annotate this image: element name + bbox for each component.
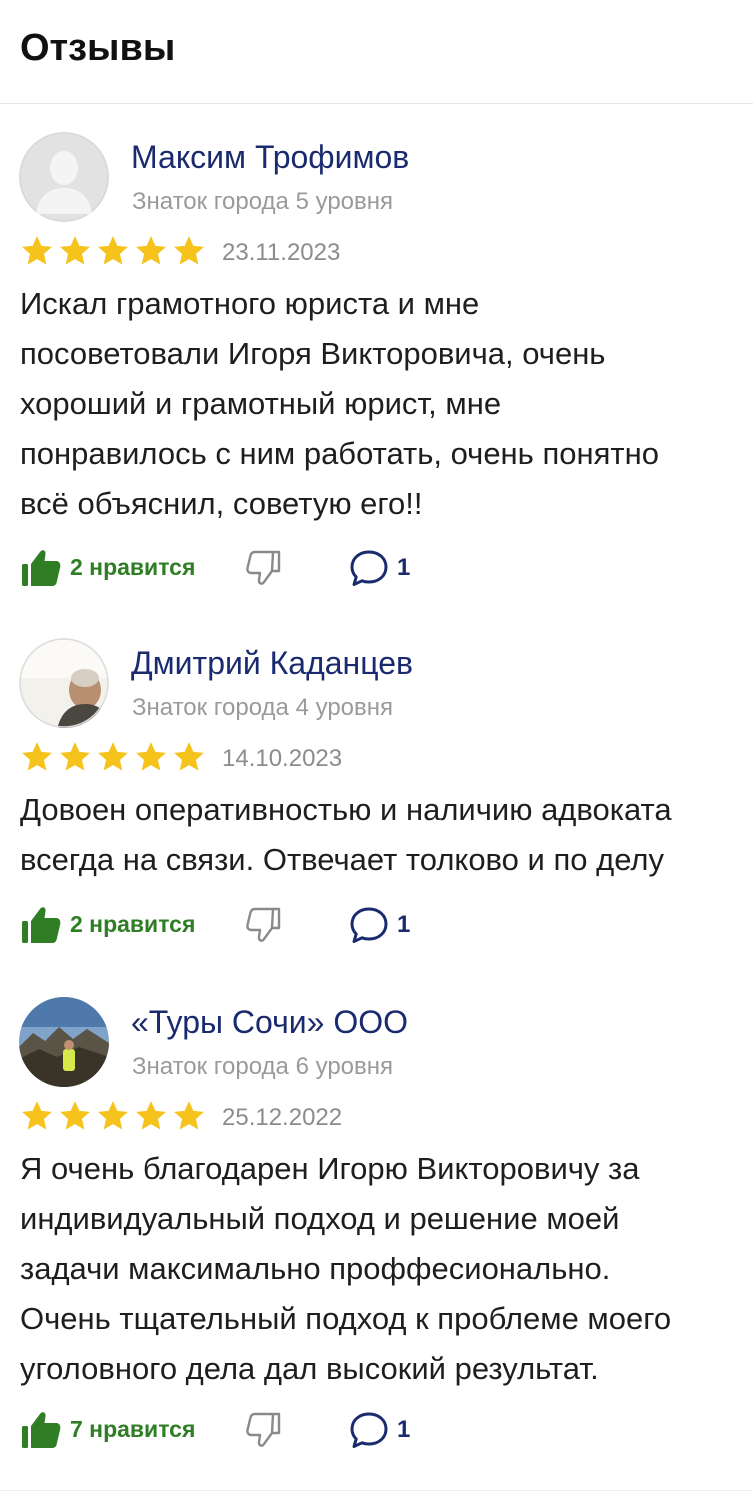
- thumbs-up-icon: [22, 907, 61, 943]
- thumbs-up-icon: [22, 550, 61, 586]
- rating-stars: [20, 740, 206, 774]
- author-name[interactable]: Дмитрий Каданцев: [131, 645, 413, 682]
- comment-button[interactable]: 1: [347, 903, 410, 947]
- star-icon: [22, 236, 52, 265]
- star-icon: [136, 1101, 166, 1130]
- comments-count: 1: [397, 1416, 411, 1443]
- author-level: Знаток города 6 уровня: [132, 1053, 394, 1080]
- star-icon: [98, 742, 128, 771]
- comment-bubble-icon: [350, 907, 388, 943]
- like-button[interactable]: 2 нравится: [20, 544, 195, 590]
- thumbs-down-icon[interactable]: [241, 1408, 285, 1452]
- star-icon: [98, 1101, 128, 1130]
- star-icon: [136, 742, 166, 771]
- rating-stars: [20, 1099, 206, 1133]
- review-date: 25.12.2022: [222, 1104, 343, 1131]
- review-card: Дмитрий Каданцев Знаток города 4 уровня …: [0, 611, 753, 967]
- review-card: «Туры Сочи» ООО Знаток города 6 уровня 2…: [0, 970, 753, 1490]
- comment-button[interactable]: 1: [347, 546, 410, 590]
- user-photo-icon: [19, 638, 109, 728]
- comment-bubble-icon: [350, 550, 388, 586]
- author-level: Знаток города 5 уровня: [132, 188, 394, 215]
- default-avatar-icon: [19, 132, 109, 222]
- user-photo-icon: [19, 997, 109, 1087]
- like-button[interactable]: 7 нравится: [20, 1406, 195, 1452]
- star-icon: [60, 236, 90, 265]
- star-icon: [174, 236, 204, 265]
- likes-label: 7 нравится: [70, 1415, 196, 1442]
- star-icon: [174, 742, 204, 771]
- author-level: Знаток города 4 уровня: [132, 694, 394, 721]
- comment-button[interactable]: 1: [347, 1408, 410, 1452]
- likes-label: 2 нравится: [70, 910, 196, 937]
- star-icon: [60, 742, 90, 771]
- like-button[interactable]: 2 нравится: [20, 901, 195, 947]
- author-name[interactable]: Максим Трофимов: [131, 139, 409, 176]
- review-date: 14.10.2023: [222, 745, 343, 772]
- comment-bubble-icon: [350, 1412, 388, 1448]
- page-title: Отзывы: [20, 27, 176, 69]
- star-icon: [22, 742, 52, 771]
- avatar[interactable]: [19, 638, 109, 728]
- avatar[interactable]: [19, 132, 109, 222]
- star-icon: [98, 236, 128, 265]
- star-icon: [174, 1101, 204, 1130]
- review-text: Довоен оперативностью и наличию адвоката…: [20, 792, 672, 877]
- bottom-divider: [0, 1490, 753, 1491]
- comments-count: 1: [397, 911, 411, 938]
- star-icon: [60, 1101, 90, 1130]
- rating-stars: [20, 234, 206, 268]
- review-date: 23.11.2023: [222, 239, 341, 266]
- review-text: Искал грамотного юриста и мне посоветова…: [20, 286, 659, 521]
- thumbs-down-icon[interactable]: [241, 546, 285, 590]
- star-icon: [136, 236, 166, 265]
- review-text: Я очень благодарен Игорю Викторовичу за …: [20, 1151, 672, 1386]
- likes-label: 2 нравится: [70, 553, 196, 580]
- comments-count: 1: [397, 554, 411, 581]
- avatar[interactable]: [19, 997, 109, 1087]
- thumbs-up-icon: [22, 1412, 61, 1448]
- review-card: Максим Трофимов Знаток города 5 уровня 2…: [0, 105, 753, 617]
- page-header: Отзывы: [0, 0, 753, 104]
- star-icon: [22, 1101, 52, 1130]
- author-name[interactable]: «Туры Сочи» ООО: [131, 1004, 408, 1041]
- thumbs-down-icon[interactable]: [241, 903, 285, 947]
